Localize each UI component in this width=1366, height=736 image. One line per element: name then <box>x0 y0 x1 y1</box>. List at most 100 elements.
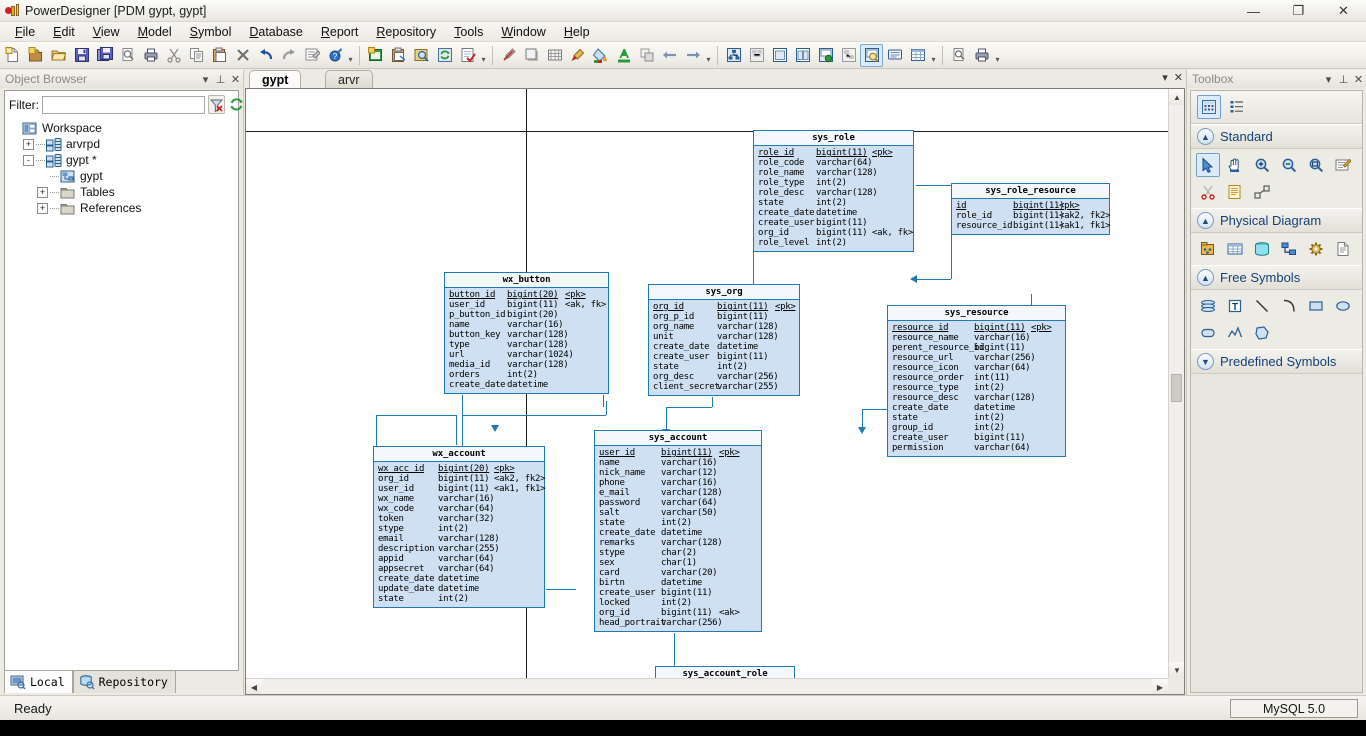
paste-icon[interactable] <box>208 44 231 67</box>
copy-icon[interactable] <box>185 44 208 67</box>
tab-list-icon[interactable]: ▾ <box>1162 71 1168 84</box>
zoom-in-icon[interactable] <box>1250 153 1274 177</box>
rounded-rect-icon[interactable] <box>1196 321 1220 345</box>
table-symbol-sys_resource[interactable]: sys_resource resource_id bigint(11) <pk> res… <box>887 305 1066 457</box>
toolbar-overflow-format[interactable]: ▾ <box>704 45 713 65</box>
zoom-view-icon[interactable] <box>860 43 883 67</box>
dbms-indicator[interactable]: MySQL 5.0 <box>1230 699 1358 718</box>
collapse-icon[interactable]: - <box>23 154 34 166</box>
scroll-left-arrow[interactable]: ◀ <box>246 679 262 694</box>
menu-help[interactable]: Help <box>555 23 599 41</box>
minimize-button[interactable]: — <box>1231 0 1276 22</box>
refresh-icon[interactable] <box>433 44 456 67</box>
font-color-icon[interactable] <box>612 44 635 67</box>
paste-symbol-icon[interactable] <box>387 44 410 67</box>
align-right-icon[interactable] <box>681 44 704 67</box>
horizontal-scrollbar[interactable]: ◀ ▶ <box>246 678 1168 694</box>
grid-icon[interactable] <box>906 44 929 67</box>
table-symbol-sys_account[interactable]: sys_account user_id bigint(11) <pk> name varc… <box>594 430 762 632</box>
filter-clear-icon[interactable] <box>208 95 225 114</box>
close-button[interactable]: ✕ <box>1321 0 1366 22</box>
tree-item-gypt[interactable]: - gypt * <box>9 152 238 168</box>
table-symbol-sys_org[interactable]: sys_org org_id bigint(11) <pk> org_p_id bigin… <box>648 284 800 396</box>
view-icon[interactable] <box>1250 237 1274 261</box>
panel-menu-icon[interactable]: ▾ <box>198 73 213 86</box>
new-diagram-icon[interactable] <box>364 44 387 67</box>
save-all-icon[interactable] <box>93 44 116 67</box>
toolbox-menu-icon[interactable]: ▾ <box>1321 73 1336 86</box>
ellipse-icon[interactable] <box>1331 294 1355 318</box>
diagram-canvas[interactable]: sys_role role_id bigint(11) <pk> role_code va… <box>246 89 1168 678</box>
auto-layout-icon[interactable] <box>543 44 566 67</box>
new-package-icon[interactable] <box>24 44 47 67</box>
single-page-icon[interactable] <box>768 44 791 67</box>
panel-close-icon[interactable]: ✕ <box>228 73 243 86</box>
tree-item-arvrpd[interactable]: + arvrpd <box>9 136 238 152</box>
find-object-icon[interactable] <box>410 44 433 67</box>
browser-tab-local[interactable]: Local <box>4 670 73 693</box>
save-icon[interactable] <box>70 44 93 67</box>
maximize-button[interactable]: ❐ <box>1276 0 1321 22</box>
expand-icon[interactable]: + <box>23 138 34 150</box>
procedure-icon[interactable] <box>1304 237 1328 261</box>
menu-report[interactable]: Report <box>312 23 368 41</box>
align-left-icon[interactable] <box>658 44 681 67</box>
polyline-icon[interactable] <box>1223 321 1247 345</box>
format-icon[interactable] <box>497 44 520 67</box>
file-object-icon[interactable] <box>1331 237 1355 261</box>
delete-icon[interactable] <box>231 44 254 67</box>
browser-tab-repository[interactable]: Repository <box>72 670 176 693</box>
menu-view[interactable]: View <box>84 23 129 41</box>
scroll-down-arrow[interactable]: ▼ <box>1169 662 1184 678</box>
zoom-rectangle-icon[interactable] <box>1304 153 1328 177</box>
menu-file[interactable]: File <box>6 23 44 41</box>
export-image-icon[interactable] <box>814 44 837 67</box>
print-icon[interactable] <box>139 44 162 67</box>
model-options-icon[interactable] <box>745 44 768 67</box>
refresh-tree-icon[interactable] <box>228 95 245 114</box>
toolbar-overflow-standard[interactable]: ▾ <box>346 45 355 65</box>
tree-item-workspace[interactable]: Workspace <box>9 120 238 136</box>
arc-icon[interactable] <box>1277 294 1301 318</box>
reference-icon[interactable] <box>1277 237 1301 261</box>
bring-front-icon[interactable] <box>635 44 658 67</box>
shadow-icon[interactable] <box>520 44 543 67</box>
toolbox-group-standard[interactable]: ▲ Standard <box>1191 124 1362 149</box>
polygon-icon[interactable] <box>1250 321 1274 345</box>
toolbar-overflow-diagram[interactable]: ▾ <box>479 45 488 65</box>
print-preview2-icon[interactable] <box>947 44 970 67</box>
free-stack-icon[interactable] <box>1196 294 1220 318</box>
pointer-icon[interactable] <box>1196 153 1220 177</box>
toolbox-group-predefined-symbols[interactable]: ▼ Predefined Symbols <box>1191 349 1362 374</box>
brush-icon[interactable] <box>566 44 589 67</box>
check-model-icon[interactable] <box>456 44 479 67</box>
chevron-down-icon[interactable]: ▼ <box>1197 353 1214 370</box>
menu-symbol[interactable]: Symbol <box>181 23 241 41</box>
text-icon[interactable]: T <box>1223 294 1247 318</box>
note-icon[interactable] <box>1223 180 1247 204</box>
document-tab-arvr[interactable]: arvr <box>325 70 373 88</box>
rectangle-icon[interactable] <box>1304 294 1328 318</box>
open-folder-icon[interactable] <box>47 44 70 67</box>
vertical-scroll-thumb[interactable] <box>1171 374 1182 402</box>
tree-item-tables[interactable]: + Tables <box>9 184 238 200</box>
menu-tools[interactable]: Tools <box>445 23 492 41</box>
expand-icon[interactable]: + <box>37 186 48 198</box>
grabber-hand-icon[interactable] <box>1223 153 1247 177</box>
scroll-right-arrow[interactable]: ▶ <box>1152 679 1168 694</box>
redo-icon[interactable] <box>277 44 300 67</box>
palette-grid-icon[interactable] <box>1197 95 1221 119</box>
table-symbol-wx_button[interactable]: wx_button button_id bigint(20) <pk> user_id b… <box>444 272 609 394</box>
table-symbol-wx_account[interactable]: wx_account wx_acc_id bigint(20) <pk> org_id b… <box>373 446 545 608</box>
new-model-icon[interactable] <box>1 44 24 67</box>
toolbox-close-icon[interactable]: ✕ <box>1351 73 1366 86</box>
menu-model[interactable]: Model <box>129 23 181 41</box>
toolbox-group-free-symbols[interactable]: ▲ Free Symbols <box>1191 265 1362 290</box>
expand-icon[interactable]: + <box>37 202 48 214</box>
dual-page-icon[interactable] <box>791 44 814 67</box>
undo-icon[interactable] <box>254 44 277 67</box>
print2-icon[interactable] <box>970 44 993 67</box>
chevron-up-icon[interactable]: ▲ <box>1197 269 1214 286</box>
tree-item-gypt[interactable]: gypt <box>9 168 238 184</box>
palette-list-icon[interactable] <box>1225 95 1249 119</box>
